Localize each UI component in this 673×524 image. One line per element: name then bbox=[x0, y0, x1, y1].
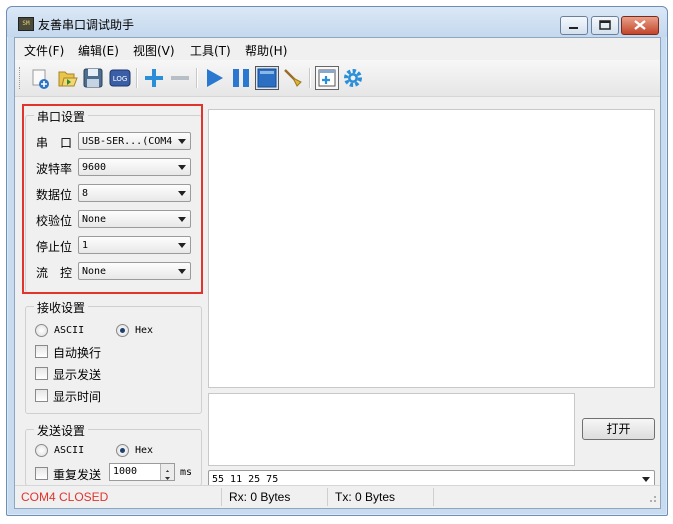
add-window-icon[interactable] bbox=[315, 66, 339, 90]
highlight-box bbox=[22, 104, 203, 294]
interval-unit: ms bbox=[180, 467, 193, 478]
gear-icon[interactable] bbox=[341, 66, 365, 90]
show-time-label: 显示时间 bbox=[53, 390, 102, 404]
resize-grip-icon[interactable] bbox=[647, 492, 657, 506]
repeat-send-label: 重复发送 bbox=[53, 468, 102, 482]
show-time-checkbox[interactable] bbox=[35, 389, 48, 402]
repeat-send-checkbox[interactable] bbox=[35, 467, 48, 480]
send-settings-title: 发送设置 bbox=[34, 422, 89, 439]
show-send-checkbox[interactable] bbox=[35, 367, 48, 380]
send-textarea[interactable] bbox=[208, 393, 575, 466]
menu-help[interactable]: 帮助(H) bbox=[245, 42, 287, 59]
send-ascii-radio[interactable] bbox=[35, 444, 48, 457]
status-separator bbox=[327, 488, 328, 506]
receive-display[interactable] bbox=[208, 109, 655, 388]
toolbar-grip[interactable] bbox=[19, 67, 23, 89]
toolbar-separator bbox=[136, 68, 138, 88]
window-title: 友善串口调试助手 bbox=[38, 18, 135, 32]
status-separator bbox=[221, 488, 222, 506]
auto-wrap-checkbox[interactable] bbox=[35, 345, 48, 358]
maximize-button[interactable] bbox=[591, 16, 619, 35]
toolbar: LOG bbox=[15, 60, 660, 97]
open-button[interactable]: 打开 bbox=[582, 418, 655, 440]
receive-ascii-label: ASCII bbox=[54, 325, 85, 336]
status-bar: COM4 CLOSED Rx: 0 Bytes Tx: 0 Bytes bbox=[15, 485, 660, 508]
title-bar[interactable]: SM 友善串口调试助手 bbox=[7, 7, 667, 37]
auto-wrap-label: 自动换行 bbox=[53, 346, 102, 360]
toolbar-separator bbox=[196, 68, 198, 88]
minimize-icon bbox=[561, 17, 587, 34]
close-button[interactable] bbox=[621, 16, 659, 35]
tx-count: Tx: 0 Bytes bbox=[335, 490, 396, 504]
spin-down-icon[interactable] bbox=[160, 472, 174, 480]
close-icon bbox=[622, 17, 658, 34]
interval-spinbox[interactable]: 1000 bbox=[109, 463, 175, 481]
maximize-icon bbox=[592, 17, 618, 34]
broom-icon[interactable] bbox=[281, 66, 305, 90]
client-area: 文件(F) 编辑(E) 视图(V) 工具(T) 帮助(H) LOG 串口设置 串… bbox=[14, 37, 661, 509]
menu-view[interactable]: 视图(V) bbox=[133, 42, 175, 59]
receive-hex-label: Hex bbox=[135, 325, 154, 336]
play-icon[interactable] bbox=[202, 66, 226, 90]
interval-value: 1000 bbox=[113, 466, 138, 477]
new-icon[interactable] bbox=[28, 66, 52, 90]
send-hex-radio[interactable] bbox=[116, 444, 129, 457]
app-icon: SM bbox=[18, 17, 34, 31]
send-hex-label: Hex bbox=[135, 445, 154, 456]
receive-settings-title: 接收设置 bbox=[34, 299, 89, 316]
open-icon[interactable] bbox=[55, 66, 79, 90]
save-icon[interactable] bbox=[81, 66, 105, 90]
menu-file[interactable]: 文件(F) bbox=[24, 42, 64, 59]
receive-hex-radio[interactable] bbox=[116, 324, 129, 337]
show-send-label: 显示发送 bbox=[53, 368, 102, 382]
pause-icon[interactable] bbox=[229, 66, 253, 90]
log-icon[interactable]: LOG bbox=[108, 66, 132, 90]
send-ascii-label: ASCII bbox=[54, 445, 85, 456]
menu-bar: 文件(F) 编辑(E) 视图(V) 工具(T) 帮助(H) bbox=[15, 38, 660, 60]
receive-settings-group: 接收设置 bbox=[25, 299, 202, 414]
receive-ascii-radio[interactable] bbox=[35, 324, 48, 337]
app-window: SM 友善串口调试助手 文件(F) 编辑(E) 视图(V) 工具(T) 帮助(H… bbox=[6, 6, 668, 516]
minimize-button[interactable] bbox=[560, 16, 588, 35]
port-status: COM4 CLOSED bbox=[21, 490, 109, 504]
rx-count: Rx: 0 Bytes bbox=[229, 490, 291, 504]
add-icon[interactable] bbox=[142, 66, 166, 90]
log-text: LOG bbox=[113, 75, 128, 83]
menu-tools[interactable]: 工具(T) bbox=[190, 42, 231, 59]
chevron-down-icon bbox=[642, 477, 650, 482]
window-icon[interactable] bbox=[255, 66, 279, 90]
menu-edit[interactable]: 编辑(E) bbox=[78, 42, 119, 59]
toolbar-separator bbox=[309, 68, 311, 88]
status-separator bbox=[433, 488, 434, 506]
remove-icon[interactable] bbox=[168, 66, 192, 90]
